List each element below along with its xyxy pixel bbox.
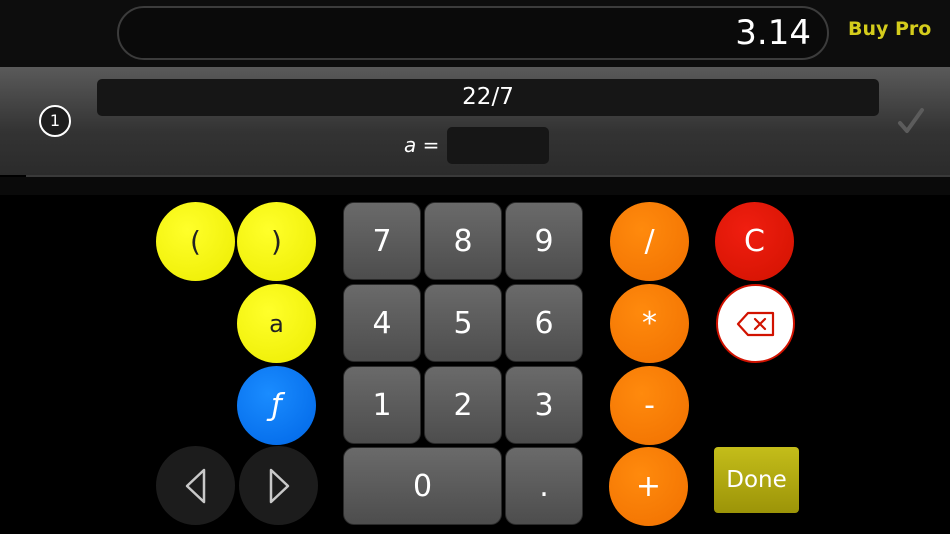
divide-button[interactable]: / [610, 202, 689, 281]
clear-button[interactable]: C [715, 202, 794, 281]
digit-6-button[interactable]: 6 [505, 284, 583, 362]
cursor-right-button[interactable] [239, 446, 318, 525]
panel-gap [0, 177, 950, 195]
digit-0-button[interactable]: 0 [343, 447, 502, 525]
variable-a-input[interactable] [447, 127, 549, 164]
digit-9-button[interactable]: 9 [505, 202, 583, 280]
variable-a-button[interactable]: a [237, 284, 316, 363]
triangle-left-icon [185, 468, 205, 503]
digit-4-button[interactable]: 4 [343, 284, 421, 362]
open-paren-button[interactable]: ( [156, 202, 235, 281]
digit-2-button[interactable]: 2 [424, 366, 502, 444]
checkmark-icon[interactable] [894, 104, 928, 138]
triangle-right-icon [269, 468, 289, 503]
digit-7-button[interactable]: 7 [343, 202, 421, 280]
buy-pro-link[interactable]: Buy Pro [848, 18, 938, 40]
variable-a-label: a = [404, 133, 440, 157]
decimal-point-button[interactable]: . [505, 447, 583, 525]
digit-5-button[interactable]: 5 [424, 284, 502, 362]
expression-index-badge[interactable]: 1 [39, 105, 71, 137]
result-display: 3.14 [117, 6, 829, 60]
minus-button[interactable]: - [610, 366, 689, 445]
plus-button[interactable]: + [609, 447, 688, 526]
digit-1-button[interactable]: 1 [343, 366, 421, 444]
function-button[interactable]: ƒ [237, 366, 316, 445]
multiply-button[interactable]: * [610, 284, 689, 363]
done-button[interactable]: Done [714, 447, 799, 513]
backspace-button[interactable] [716, 284, 795, 363]
close-paren-button[interactable]: ) [237, 202, 316, 281]
expression-input[interactable]: 22/7 [97, 79, 879, 116]
digit-3-button[interactable]: 3 [505, 366, 583, 444]
cursor-left-button[interactable] [156, 446, 235, 525]
backspace-icon [736, 311, 774, 336]
digit-8-button[interactable]: 8 [424, 202, 502, 280]
